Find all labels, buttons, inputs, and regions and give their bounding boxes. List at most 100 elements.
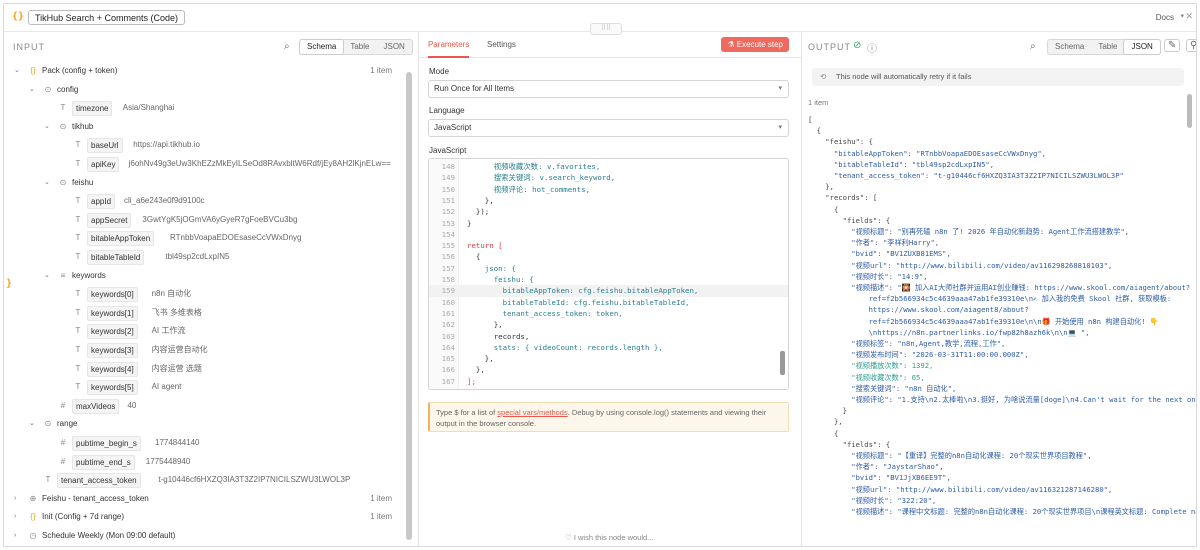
field-key[interactable]: feishu [72, 176, 93, 189]
chevron-down-icon[interactable]: ⌄ [14, 62, 20, 80]
tree-row[interactable]: ⌄ ⊙ range [4, 415, 404, 433]
tree-row[interactable]: Tkeywords[2] AI 工作流 [4, 322, 404, 340]
tab-parameters[interactable]: Parameters [428, 40, 470, 58]
field-key[interactable]: Feishu - tenant_access_token [42, 492, 149, 505]
field-key[interactable]: Init (Config + 7d range) [42, 510, 124, 523]
field-key[interactable]: Pack (config + token) [42, 64, 117, 77]
string-type-icon: T [45, 475, 51, 485]
field-key[interactable]: keywords [72, 269, 106, 282]
tab-json[interactable]: JSON [376, 40, 411, 54]
tree-row[interactable]: # maxVideos 40 [4, 397, 404, 415]
code-text: ]; [467, 376, 476, 386]
code-line: 164 stats: { videoCount: records.length … [429, 342, 788, 353]
chevron-down-icon[interactable]: ▾ [1180, 12, 1184, 20]
code-text: records, [467, 331, 530, 341]
tab-schema[interactable]: Schema [300, 40, 344, 54]
tree-row[interactable]: ⌄ ⊙ feishu [4, 174, 404, 192]
special-vars-link[interactable]: special vars/methods [497, 408, 567, 417]
json-line: "搜索关键词": "n8n 自动化", [808, 383, 957, 393]
field-key[interactable]: bitableTableId [87, 250, 145, 265]
field-key[interactable]: maxVideos [72, 398, 120, 414]
tree-row[interactable]: # pubtime_begin_s 1774844140 [4, 434, 404, 452]
tree-row[interactable]: › ⊕ Feishu - tenant_access_token 1 item [4, 490, 404, 508]
tree-row[interactable]: ⌄ ⊙ config [4, 81, 404, 99]
edit-icon[interactable]: ✎ [1164, 39, 1181, 52]
tree-row[interactable]: Tkeywords[1] 飞书 多维表格 [4, 304, 404, 322]
field-key[interactable]: apiKey [87, 157, 120, 172]
field-key[interactable]: keywords[1] [87, 305, 138, 321]
search-icon[interactable]: ⌕ [284, 41, 290, 52]
tree-row[interactable]: TbaseUrl https://api.tikhub.io [4, 136, 404, 154]
search-icon[interactable]: ⌕ [1030, 41, 1036, 52]
tree-row[interactable]: Tkeywords[0] n8n 自动化 [4, 285, 404, 303]
chevron-down-icon[interactable]: ⌄ [29, 415, 35, 433]
field-key[interactable]: Schedule Weekly (Mon 09:00 default) [42, 529, 175, 542]
field-key[interactable]: pubtime_begin_s [72, 436, 141, 451]
string-type-icon: T [75, 214, 81, 224]
tab-table[interactable]: Table [343, 40, 376, 54]
field-key[interactable]: tikhub [72, 120, 93, 133]
field-key[interactable]: keywords[3] [87, 343, 138, 358]
field-value: cli_a6e243e0f9d9100c [124, 196, 205, 206]
scrollbar[interactable] [406, 72, 412, 540]
tree-row[interactable]: Tkeywords[5] AI agent [4, 378, 404, 396]
field-key[interactable]: config [57, 83, 78, 96]
tree-row[interactable]: TappId cli_a6e243e0f9d9100c [4, 192, 404, 210]
field-key[interactable]: appSecret [87, 212, 132, 228]
field-key[interactable]: baseUrl [87, 138, 123, 154]
chevron-right-icon[interactable]: › [14, 490, 16, 508]
tree-row[interactable]: Tkeywords[3] 内容运营自动化 [4, 341, 404, 359]
tree-row[interactable]: ⌄ {} Pack (config + token) 1 item [4, 62, 404, 80]
tree-row[interactable]: Tkeywords[4] 内容运营 选题 [4, 360, 404, 378]
tree-row[interactable]: › {} Init (Config + 7d range) 1 item [4, 508, 404, 526]
tree-row[interactable]: › ◷ Schedule Weekly (Mon 09:00 default) [4, 527, 404, 545]
tab-schema[interactable]: Schema [1048, 40, 1091, 54]
field-key[interactable]: keywords[0] [87, 287, 138, 303]
close-icon[interactable]: ✕ [1185, 11, 1193, 22]
field-key[interactable]: keywords[2] [87, 324, 138, 340]
tree-row[interactable]: Ttimezone Asia/Shanghai [4, 99, 404, 117]
field-key[interactable]: keywords[5] [87, 380, 138, 396]
field-value: 40 [127, 400, 137, 410]
tab-table[interactable]: Table [1091, 40, 1124, 54]
tree-row[interactable]: TbitableAppToken RTnbbVoapaEDOEsaseCcVWxD… [4, 229, 404, 247]
string-type-icon: T [75, 363, 81, 373]
tree-row[interactable]: TapiKey j6ohNv49g3eUw3KhEZzMkEyILSeOd8RAv… [4, 155, 404, 173]
line-number: 160 [441, 297, 455, 307]
chevron-down-icon[interactable]: ⌄ [44, 267, 50, 285]
field-key[interactable]: bitableAppToken [87, 231, 155, 247]
mode-select[interactable]: Run Once for All Items ▾ [428, 80, 789, 98]
feedback-link[interactable]: ♡ I wish this node would... [565, 533, 653, 542]
info-icon[interactable]: ⓘ [867, 40, 877, 55]
field-key[interactable]: range [57, 417, 77, 430]
retry-text: This node will automatically retry if it… [836, 72, 972, 81]
tab-json[interactable]: JSON [1124, 40, 1160, 54]
chevron-right-icon[interactable]: › [14, 508, 16, 526]
field-key[interactable]: keywords[4] [87, 361, 138, 377]
execute-step-button[interactable]: ⚗ Execute step [721, 37, 789, 52]
field-key[interactable]: tenant_access_token [57, 473, 141, 489]
tree-row[interactable]: ⌄ ≡ keywords [4, 267, 404, 285]
chevron-down-icon[interactable]: ⌄ [29, 81, 35, 99]
scrollbar[interactable] [1187, 94, 1192, 128]
chevron-down-icon[interactable]: ⌄ [44, 174, 50, 192]
chevron-down-icon[interactable]: ⌄ [44, 118, 50, 136]
tree-row[interactable]: TbitableTableId tbl49sp2cdLxpIN5 [4, 248, 404, 266]
field-value: 内容运营自动化 [151, 345, 208, 354]
tree-row[interactable]: TappSecret 3GwtYgK5jOGmVA6yGyeR7gFoeBVCu3… [4, 211, 404, 229]
field-key[interactable]: timezone [72, 101, 113, 117]
drag-handle-icon[interactable]: ⠿⠿ [590, 23, 622, 35]
json-line: "视频url": "http://www.bilibili.com/video/… [808, 484, 1113, 494]
node-title[interactable]: TikHub Search + Comments (Code) [28, 10, 185, 25]
chevron-right-icon[interactable]: › [14, 527, 16, 545]
field-key[interactable]: pubtime_end_s [72, 454, 135, 470]
language-select[interactable]: JavaScript ▾ [428, 119, 789, 137]
docs-link[interactable]: Docs [1156, 13, 1174, 22]
pin-icon[interactable]: ⚲ [1186, 39, 1196, 52]
tree-row[interactable]: Ttenant_access_token t-g10446cf6HXZQ3IA3T… [4, 471, 404, 489]
field-key[interactable]: appId [87, 194, 116, 210]
tree-row[interactable]: # pubtime_end_s 1775448940 [4, 453, 404, 471]
tree-row[interactable]: ⌄ ⊙ tikhub [4, 118, 404, 136]
tab-settings[interactable]: Settings [487, 40, 516, 49]
code-editor[interactable]: 148 视频收藏次数: v.favorites, 149 搜索关键词: v.sea… [428, 158, 789, 390]
